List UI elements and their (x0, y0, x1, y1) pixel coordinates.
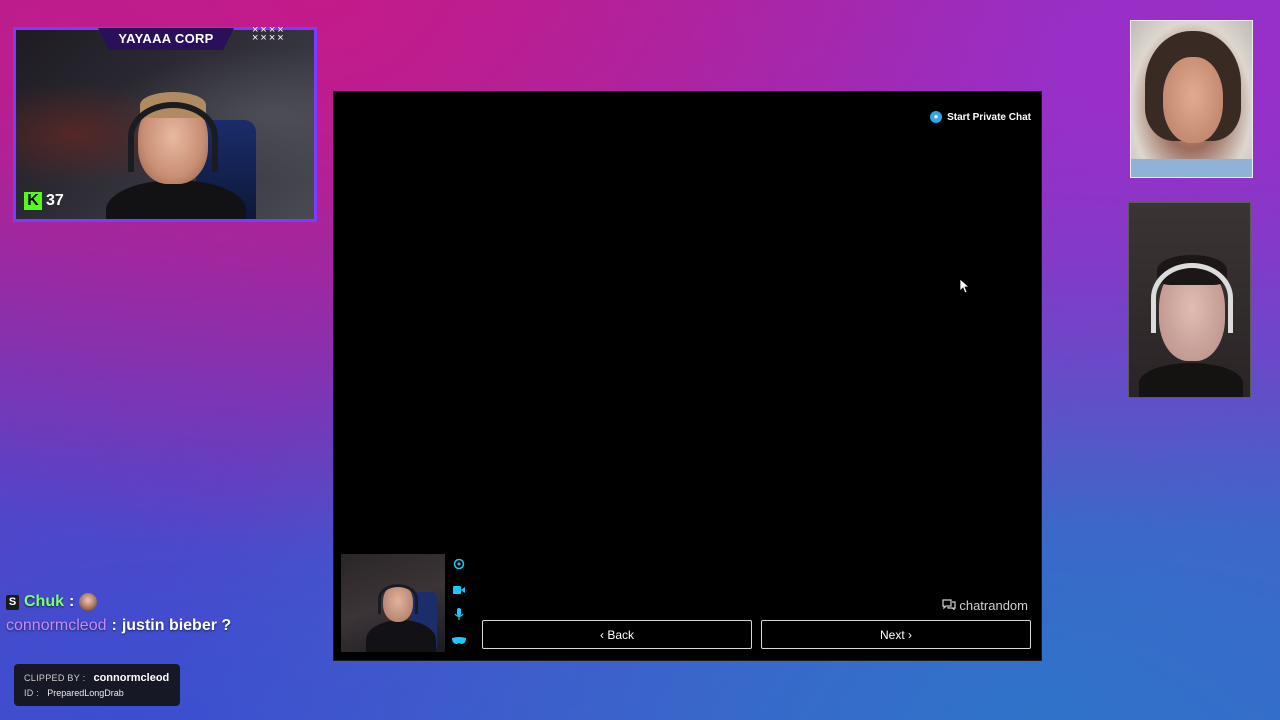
partner-shirt (1139, 363, 1243, 397)
partner-webcam-top (1130, 20, 1253, 178)
stream-chat: S Chuk : connormcleod : justin bieber ? (6, 590, 326, 638)
preview-body (366, 620, 436, 652)
clip-id-value: PreparedLongDrab (47, 687, 124, 698)
clip-id-row: ID : PreparedLongDrab (24, 685, 170, 700)
mask-icon[interactable] (451, 633, 467, 650)
mouse-cursor-icon (960, 279, 970, 293)
viewer-count: 37 (46, 192, 64, 209)
preview-headset (378, 584, 418, 614)
channel-title: YAYAAA CORP (98, 28, 234, 50)
start-private-chat-label: Start Private Chat (947, 111, 1031, 123)
start-private-chat-button[interactable]: ● Start Private Chat (930, 111, 1031, 123)
private-chat-icon: ● (930, 111, 943, 123)
clipped-by-row: CLIPPED BY : connormcleod (24, 670, 170, 685)
chat-message: S Chuk : (6, 590, 326, 614)
clip-info-card: CLIPPED BY : connormcleod ID : PreparedL… (14, 664, 180, 706)
emote-icon (79, 593, 98, 611)
back-button[interactable]: ‹ Back (482, 620, 752, 649)
brand-name: chatrandom (959, 598, 1028, 613)
partner-face (1163, 57, 1223, 143)
clipped-by-label: CLIPPED BY : (24, 672, 86, 683)
chat-separator: : (111, 617, 117, 634)
chatrandom-window: ● Start Private Chat chatrandom ‹ Back N… (333, 91, 1042, 661)
media-controls (451, 558, 467, 650)
headset (128, 102, 218, 172)
chat-bubble-icon (942, 598, 956, 613)
chat-separator: : (69, 593, 75, 610)
partner-shirt (1131, 159, 1252, 177)
clip-id-label: ID : (24, 687, 40, 698)
camera-switch-icon[interactable] (451, 558, 467, 575)
microphone-icon[interactable] (451, 608, 467, 625)
video-camera-icon[interactable] (451, 583, 467, 600)
chatrandom-logo: chatrandom (942, 598, 1028, 613)
chat-message: connormcleod : justin bieber ? (6, 614, 326, 638)
next-button[interactable]: Next › (761, 620, 1031, 649)
clipped-by-value: connormcleod (93, 671, 170, 684)
viewer-count-badge: K 37 (24, 192, 64, 210)
self-video-preview (341, 554, 445, 652)
chat-username: connormcleod (6, 617, 107, 634)
partner-headset (1151, 263, 1233, 333)
chat-username: Chuk (24, 593, 64, 610)
subscriber-badge-icon: S (6, 594, 19, 610)
decorative-crosses: ×××× ×××× (252, 24, 286, 44)
chat-text: justin bieber ? (121, 617, 232, 634)
kick-logo-icon: K (24, 192, 42, 210)
partner-webcam-bottom (1128, 202, 1251, 398)
